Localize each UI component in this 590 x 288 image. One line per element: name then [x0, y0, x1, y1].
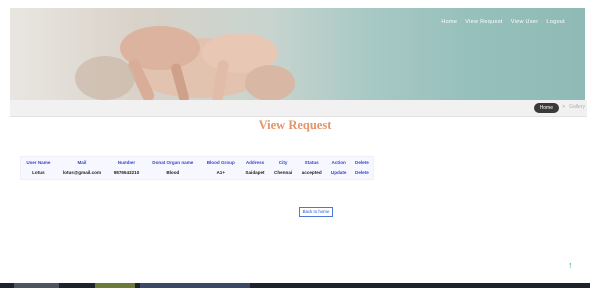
table-row: Lotus lotus@gmail.com 9876543210 Blood A…: [21, 168, 373, 179]
column-header: Donat Organ name: [152, 160, 194, 165]
nav-home-link[interactable]: Home: [441, 19, 457, 25]
user-name-cell: Lotus: [32, 170, 45, 175]
breadcrumb-separator: >: [562, 104, 565, 110]
nav-view-request-link[interactable]: View Request: [465, 19, 502, 25]
status-cell: accepted: [301, 170, 322, 175]
taskbar-search[interactable]: [14, 283, 59, 288]
column-header: User Name: [26, 160, 51, 165]
nav-view-user-link[interactable]: View User: [511, 19, 539, 25]
organ-cell: Blood: [166, 170, 180, 175]
column-header: Status: [304, 160, 319, 165]
column-header: City: [278, 160, 288, 165]
taskbar-apps[interactable]: [140, 283, 250, 288]
delete-link[interactable]: Delete: [351, 168, 373, 179]
back-to-home-button[interactable]: Back to home: [299, 207, 333, 217]
address-cell: Saidapet: [245, 170, 265, 175]
arrow-up-icon[interactable]: ↑: [568, 260, 573, 270]
column-header: Number: [117, 160, 136, 165]
page-title: View Request: [258, 118, 332, 132]
taskbar-app-icon[interactable]: [95, 283, 135, 288]
table-header-row: User Name Mail Number Donat Organ name B…: [21, 157, 373, 168]
hero-banner: Home View Request View User Logout: [10, 8, 585, 100]
number-cell: 9876543210: [113, 170, 140, 175]
mail-cell: lotus@gmail.com: [62, 170, 102, 175]
request-table: User Name Mail Number Donat Organ name B…: [20, 156, 374, 180]
breadcrumb-home-button[interactable]: Home: [533, 103, 559, 113]
city-cell: Chennai: [274, 170, 293, 175]
column-header: Blood Group: [206, 160, 235, 165]
update-link[interactable]: Update: [327, 168, 351, 179]
column-header: Address: [245, 160, 265, 165]
column-header: Delete: [355, 160, 369, 165]
top-navigation: Home View Request View User Logout: [441, 19, 565, 25]
breadcrumb: Home > Gallery: [10, 100, 587, 117]
blood-group-cell: A1+: [216, 170, 226, 175]
column-header: Action: [331, 160, 346, 165]
taskbar: [0, 283, 590, 288]
nav-logout-link[interactable]: Logout: [546, 19, 565, 25]
column-header: Mail: [77, 160, 87, 165]
breadcrumb-current: Gallery: [569, 104, 585, 110]
